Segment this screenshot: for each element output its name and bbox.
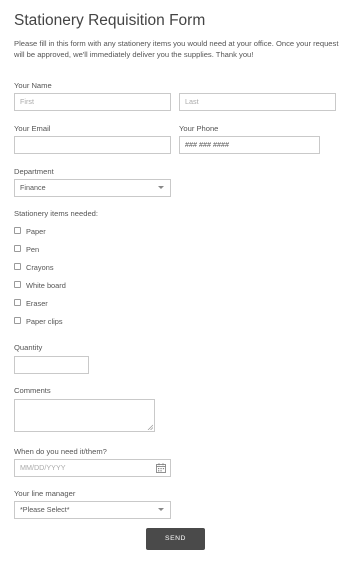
first-name-input[interactable]: First — [14, 93, 171, 111]
manager-label: Your line manager — [14, 489, 76, 498]
pen-checkbox-label[interactable]: Pen — [26, 245, 39, 254]
department-selected-value: Finance — [20, 183, 46, 192]
items-label: Stationery items needed: — [14, 209, 99, 218]
paper-clips-checkbox[interactable] — [14, 317, 21, 324]
phone-field[interactable]: ### ### #### — [179, 136, 320, 154]
department-select[interactable]: Finance — [14, 179, 171, 197]
send-button[interactable]: SEND — [146, 528, 205, 550]
email-field[interactable] — [14, 136, 171, 154]
manager-select[interactable]: *Please Select* — [14, 501, 171, 519]
date-placeholder: MM/DD/YYYY — [20, 463, 66, 472]
paper-clips-checkbox-label[interactable]: Paper clips — [26, 317, 63, 326]
manager-selected-value: *Please Select* — [20, 505, 70, 514]
last-name-input[interactable]: Last — [179, 93, 336, 111]
crayons-checkbox-label[interactable]: Crayons — [26, 263, 54, 272]
paper-checkbox[interactable] — [14, 227, 21, 234]
resize-grip-icon[interactable] — [147, 424, 153, 430]
crayons-checkbox[interactable] — [14, 263, 21, 270]
name-label: Your Name — [14, 81, 52, 90]
comments-textarea[interactable] — [14, 399, 155, 432]
comments-label: Comments — [14, 386, 51, 395]
white-board-checkbox-label[interactable]: White board — [26, 281, 66, 290]
email-label: Your Email — [14, 124, 51, 133]
white-board-checkbox[interactable] — [14, 281, 21, 288]
eraser-checkbox[interactable] — [14, 299, 21, 306]
pen-checkbox[interactable] — [14, 245, 21, 252]
eraser-checkbox-label[interactable]: Eraser — [26, 299, 48, 308]
date-input[interactable]: MM/DD/YYYY — [14, 459, 171, 477]
form-title: Stationery Requisition Form — [14, 12, 206, 29]
quantity-input[interactable] — [14, 356, 89, 374]
form-intro: Please fill in this form with any statio… — [14, 39, 339, 59]
quantity-label: Quantity — [14, 343, 43, 352]
date-label: When do you need it/them? — [14, 447, 107, 456]
phone-label: Your Phone — [179, 124, 219, 133]
department-label: Department — [14, 167, 54, 176]
chevron-down-icon — [158, 508, 164, 511]
calendar-icon[interactable] — [156, 463, 166, 473]
paper-checkbox-label[interactable]: Paper — [26, 227, 46, 236]
chevron-down-icon — [158, 186, 164, 189]
